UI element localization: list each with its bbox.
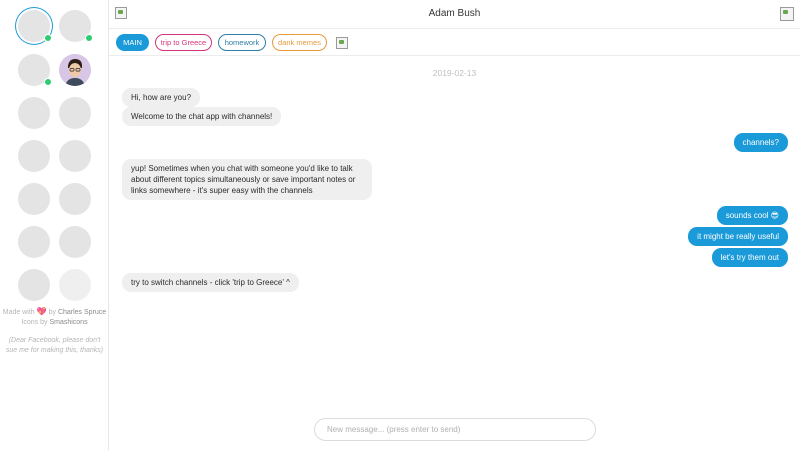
credits: Made with 💖 by Charles Spruce Icons by S… bbox=[0, 307, 109, 355]
author-link[interactable]: Charles Spruce bbox=[58, 309, 106, 316]
contact-avatar[interactable] bbox=[18, 140, 50, 172]
contact-avatar[interactable] bbox=[59, 140, 91, 172]
tab-dank-memes[interactable]: dank memes bbox=[272, 34, 327, 51]
contact-avatar[interactable] bbox=[59, 269, 91, 301]
message-incoming: try to switch channels - click 'trip to … bbox=[122, 273, 299, 292]
contact-avatar-icon[interactable] bbox=[780, 7, 794, 21]
tab-trip-to-greece[interactable]: trip to Greece bbox=[155, 34, 212, 51]
tab-main[interactable]: MAIN bbox=[116, 34, 149, 51]
by-text: by bbox=[48, 309, 56, 316]
message-incoming: Welcome to the chat app with channels! bbox=[122, 107, 282, 126]
online-indicator bbox=[44, 34, 52, 42]
icons-by-text: Icons by bbox=[21, 318, 48, 326]
message-outgoing: sounds cool 😎 bbox=[716, 206, 788, 225]
disclaimer-note: (Dear Facebook, please don't sue me for … bbox=[5, 337, 104, 354]
icons-author-link[interactable]: Smashicons bbox=[49, 319, 87, 326]
online-indicator bbox=[85, 34, 93, 42]
tab-homework[interactable]: homework bbox=[218, 34, 266, 51]
message-outgoing: channels? bbox=[733, 133, 788, 152]
contact-avatar[interactable] bbox=[18, 183, 50, 215]
contact-avatar[interactable] bbox=[59, 226, 91, 258]
message-outgoing: let's try them out bbox=[711, 248, 788, 267]
user-photo-icon bbox=[59, 54, 91, 86]
message-input[interactable] bbox=[314, 418, 596, 441]
contact-avatar[interactable] bbox=[18, 54, 52, 86]
date-separator: 2019-02-13 bbox=[432, 68, 477, 78]
message-incoming: Hi, how are you? bbox=[122, 88, 201, 107]
message-incoming: yup! Sometimes when you chat with someon… bbox=[122, 159, 372, 200]
contact-avatar[interactable] bbox=[59, 10, 93, 42]
heart-icon: 💖 bbox=[36, 307, 47, 316]
add-channel-icon[interactable] bbox=[336, 37, 348, 49]
made-with-text: Made with bbox=[2, 309, 35, 316]
message-outgoing: it might be really useful bbox=[688, 227, 788, 246]
contact-avatar[interactable] bbox=[59, 97, 91, 129]
contact-avatar-photo[interactable] bbox=[59, 54, 91, 86]
online-indicator bbox=[44, 78, 52, 86]
contact-avatar[interactable] bbox=[18, 97, 50, 129]
contact-avatar[interactable] bbox=[18, 269, 50, 301]
contacts-sidebar: Made with 💖 by Charles Spruce Icons by S… bbox=[0, 0, 109, 450]
contact-name: Adam Bush bbox=[428, 8, 481, 19]
contact-avatar[interactable] bbox=[59, 183, 91, 215]
channel-tabs: MAIN trip to Greece homework dank memes bbox=[109, 29, 800, 56]
contact-avatar-adam-bush[interactable] bbox=[18, 10, 52, 42]
chat-header: Adam Bush bbox=[109, 0, 800, 29]
contact-avatar[interactable] bbox=[18, 226, 50, 258]
